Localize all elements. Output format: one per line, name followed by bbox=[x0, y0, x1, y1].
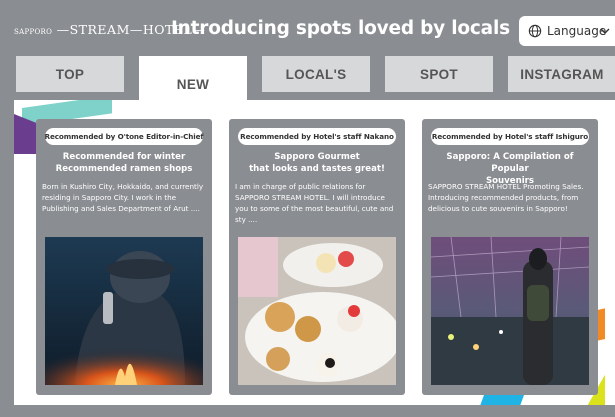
tab-label: SPOT bbox=[420, 66, 458, 82]
article-card-gourmet[interactable]: Recommended by Hotel's staff Nakano Sapp… bbox=[229, 119, 405, 395]
tab-label: LOCAL'S bbox=[285, 66, 347, 82]
card-photo-shopping-mall bbox=[431, 237, 589, 385]
card-title: Sapporo Gourmet that looks and tastes gr… bbox=[249, 152, 385, 174]
card-description: I am in charge of public relations for S… bbox=[235, 182, 394, 224]
recommender-badge: Recommended by Hotel's staff Nakano bbox=[238, 128, 396, 145]
panel-right-edge bbox=[605, 100, 615, 405]
site-header: SAPPORO —STREAM—HOTEL— Introducing spots… bbox=[0, 0, 615, 56]
page-headline: Introducing spots loved by locals bbox=[171, 18, 510, 39]
tab-new[interactable]: NEW bbox=[139, 56, 247, 104]
card-title: Recommended for winter Recommended ramen… bbox=[55, 152, 193, 174]
card-description: Born in Kushiro City, Hokkaido, and curr… bbox=[42, 182, 204, 213]
article-card-ramen[interactable]: Recommended by O'tone Editor-in-Chief Re… bbox=[36, 119, 212, 395]
recommender-badge: Recommended by O'tone Editor-in-Chief bbox=[45, 128, 204, 145]
globe-icon bbox=[528, 24, 542, 38]
card-photo-campfire bbox=[45, 237, 203, 385]
tab-label: INSTAGRAM bbox=[520, 66, 604, 82]
chevron-down-icon bbox=[600, 28, 610, 34]
card-photo-afternoon-tea bbox=[238, 237, 396, 385]
logo-small-text: SAPPORO bbox=[14, 28, 53, 36]
card-description: SAPPORO STREAM HOTEL Promoting Sales. In… bbox=[428, 182, 584, 213]
language-label: Language bbox=[547, 24, 607, 38]
tab-top[interactable]: TOP bbox=[16, 56, 124, 92]
tab-spot[interactable]: SPOT bbox=[385, 56, 493, 92]
tab-label: TOP bbox=[55, 66, 85, 82]
article-card-souvenirs[interactable]: Recommended by Hotel's staff Ishiguro Sa… bbox=[422, 119, 598, 395]
nav-tabs: TOP NEW LOCAL'S SPOT INSTAGRAM bbox=[0, 56, 615, 104]
tab-locals[interactable]: LOCAL'S bbox=[262, 56, 370, 92]
tab-label: NEW bbox=[176, 76, 210, 92]
tab-instagram[interactable]: INSTAGRAM bbox=[508, 56, 615, 92]
language-select[interactable]: Language bbox=[519, 16, 615, 46]
recommender-badge: Recommended by Hotel's staff Ishiguro bbox=[431, 128, 589, 145]
